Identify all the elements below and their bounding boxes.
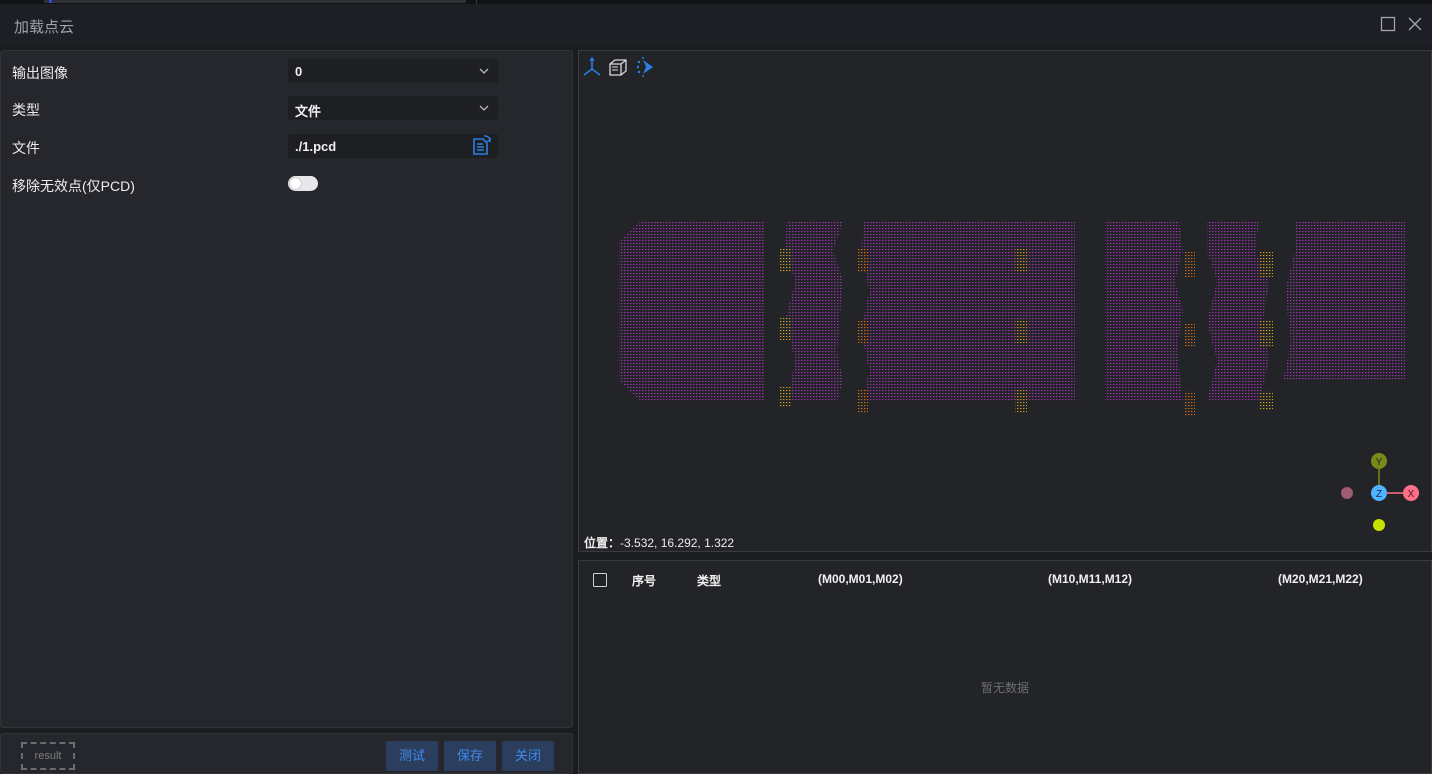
output-image-label: 输出图像 [12, 65, 68, 81]
title-bar: 加载点云 [0, 4, 1432, 46]
type-label: 类型 [12, 102, 40, 118]
z-axis-handle[interactable]: Z [1371, 485, 1387, 501]
result-port[interactable]: result [21, 742, 75, 770]
top-progress-track [44, 0, 466, 3]
toggle-knob [289, 177, 302, 190]
window-title: 加载点云 [14, 19, 75, 36]
file-browse-icon[interactable] [470, 135, 492, 157]
remove-invalid-label: 移除无效点(仅PCD) [12, 178, 135, 194]
save-button[interactable]: 保存 [444, 741, 496, 771]
file-path-value: ./1.pcd [295, 139, 337, 154]
output-image-value: 0 [295, 64, 303, 79]
position-value: -3.532, 16.292, 1.322 [620, 536, 735, 550]
column-header-index[interactable]: 序号 [632, 572, 656, 589]
column-header-m2[interactable]: (M20,M21,M22) [1278, 572, 1363, 586]
point-cloud-canvas [619, 221, 1405, 417]
point-cloud-viewer[interactable]: 位置：-3.532, 16.292, 1.322 Y X Z [578, 50, 1432, 552]
parameter-panel: 输出图像 0 类型 文件 文件 ./1.pcd 移除无效点(仅PCD) [0, 50, 573, 728]
top-progress-marker [49, 0, 52, 3]
footer-bar: result 测试 保存 关闭 [0, 733, 573, 774]
x-axis-handle[interactable]: X [1403, 485, 1419, 501]
type-select[interactable]: 文件 [288, 96, 498, 120]
file-path-input[interactable]: ./1.pcd [288, 134, 498, 158]
gizmo-z-label: Z [1376, 489, 1382, 500]
empty-state-text: 暂无数据 [980, 681, 1029, 695]
output-image-select[interactable]: 0 [288, 59, 498, 83]
y-axis-handle[interactable]: Y [1371, 453, 1387, 469]
neg-x-axis-handle[interactable] [1341, 487, 1353, 499]
close-icon[interactable] [1406, 15, 1424, 33]
axis-gizmo[interactable]: Y X Z [1334, 451, 1424, 541]
remove-invalid-toggle[interactable] [288, 176, 318, 191]
close-button[interactable]: 关闭 [502, 741, 554, 771]
maximize-icon[interactable] [1379, 15, 1397, 33]
test-button[interactable]: 测试 [386, 741, 438, 771]
chevron-down-icon [479, 68, 489, 74]
chevron-down-icon [479, 105, 489, 111]
file-label: 文件 [12, 140, 40, 156]
cursor-position: 位置：-3.532, 16.292, 1.322 [584, 534, 734, 551]
column-header-m1[interactable]: (M10,M11,M12) [1048, 572, 1132, 586]
point-cloud [619, 221, 1405, 417]
gizmo-y-label: Y [1376, 457, 1383, 468]
neg-y-axis-handle[interactable] [1373, 519, 1385, 531]
transform-table: 序号 类型 (M00,M01,M02) (M10,M11,M12) (M20,M… [578, 560, 1432, 774]
column-header-m0[interactable]: (M00,M01,M02) [818, 572, 903, 586]
position-label: 位置： [584, 536, 621, 550]
type-value: 文件 [295, 104, 322, 119]
column-header-type[interactable]: 类型 [697, 572, 721, 589]
gizmo-x-label: X [1408, 489, 1415, 500]
select-all-checkbox[interactable] [593, 573, 607, 587]
